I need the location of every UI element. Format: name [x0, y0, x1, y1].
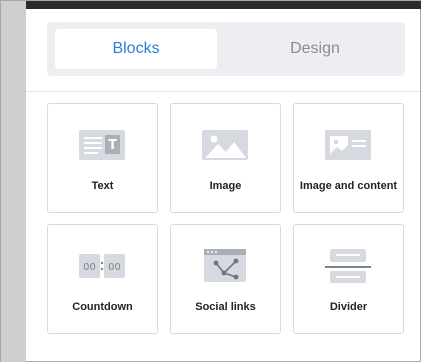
block-label: Social links: [195, 301, 256, 313]
social-links-block-icon: [203, 249, 246, 282]
tab-design[interactable]: Design: [234, 29, 396, 69]
block-label: Countdown: [72, 301, 133, 313]
block-card-social-links[interactable]: Social links: [170, 224, 281, 334]
left-gutter: [1, 1, 26, 362]
block-card-countdown[interactable]: 00 00 Countdown: [47, 224, 158, 334]
blocks-panel: Blocks Design T Text Image Image and con…: [26, 9, 420, 361]
image-and-content-block-icon: [324, 130, 371, 160]
block-label: Image: [209, 180, 242, 192]
block-label: Text: [91, 180, 114, 192]
block-card-text[interactable]: T Text: [47, 103, 158, 213]
tabs-divider: [26, 91, 420, 92]
editor-window: Blocks Design T Text Image Image and con…: [0, 0, 421, 362]
block-card-image[interactable]: Image: [170, 103, 281, 213]
top-bar: [1, 1, 421, 9]
block-card-divider[interactable]: Divider: [293, 224, 404, 334]
block-card-image-and-content[interactable]: Image and content: [293, 103, 404, 213]
countdown-digits-right: 00: [108, 262, 121, 273]
countdown-block-icon: 00 00: [78, 254, 125, 278]
tab-blocks[interactable]: Blocks: [55, 29, 217, 69]
text-icon-glyph: T: [108, 138, 117, 153]
text-block-icon: T: [78, 130, 125, 160]
block-label: Divider: [329, 301, 368, 313]
block-label: Image and content: [299, 180, 398, 192]
countdown-digits-left: 00: [83, 262, 96, 273]
divider-block-icon: [324, 249, 371, 283]
image-block-icon: [201, 130, 248, 160]
panel-tabs: Blocks Design: [47, 22, 405, 76]
